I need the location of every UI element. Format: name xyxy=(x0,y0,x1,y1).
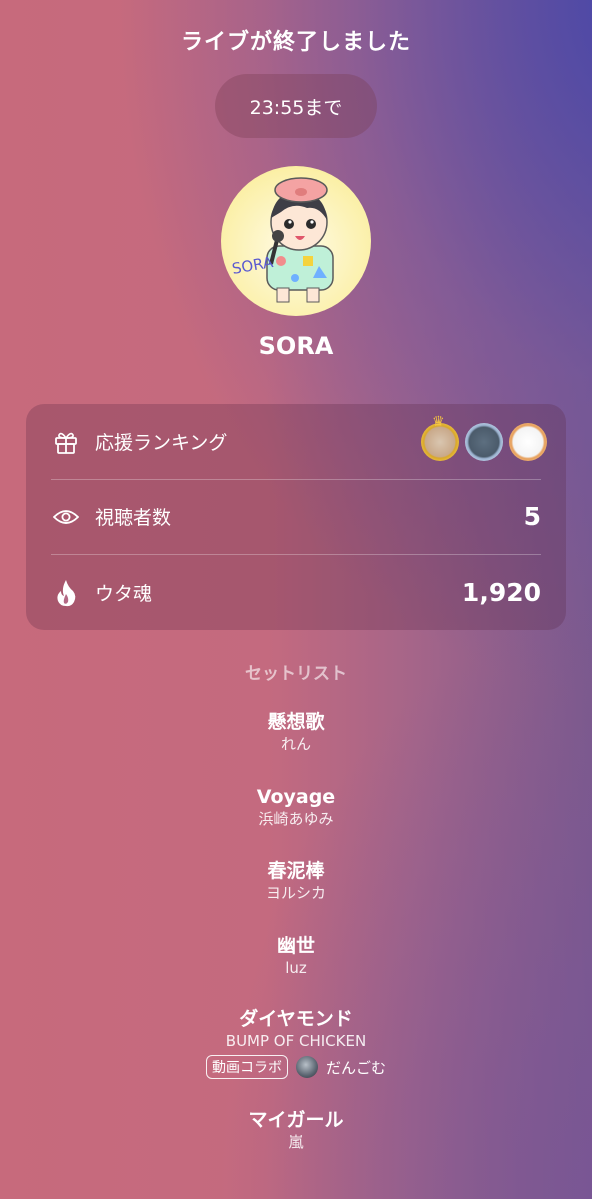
eye-icon xyxy=(51,502,81,532)
ranking-label: 応援ランキング xyxy=(95,432,228,454)
song-artist: 浜崎あゆみ xyxy=(258,810,334,828)
setlist-item: 幽世 luz xyxy=(0,934,592,978)
song-artist: luz xyxy=(285,959,307,977)
song-artist: 嵐 xyxy=(288,1133,304,1151)
song-artist: ヨルシカ xyxy=(265,884,326,902)
uta-value: 1,920 xyxy=(461,578,541,607)
username: SORA xyxy=(258,332,334,360)
uta-label: ウタ魂 xyxy=(95,583,153,605)
stats-card: 応援ランキング ♛ 視聴者数 5 ウタ魂 1,920 xyxy=(26,404,566,630)
setlist-title: セットリスト xyxy=(245,664,347,684)
setlist-item: マイガール 嵐 xyxy=(0,1108,592,1152)
uta-row: ウタ魂 1,920 xyxy=(51,555,541,630)
song-title: 幽世 xyxy=(276,935,315,957)
flame-icon xyxy=(51,578,81,608)
song-title: マイガール xyxy=(248,1109,344,1131)
song-artist: BUMP OF CHICKEN xyxy=(225,1032,367,1050)
collab-row[interactable]: 動画コラボ だんごむ xyxy=(0,1055,592,1079)
ranking-badges[interactable]: ♛ xyxy=(421,414,547,461)
collab-user-name[interactable]: だんごむ xyxy=(326,1057,386,1078)
viewers-label: 視聴者数 xyxy=(95,507,172,529)
setlist-item: 春泥棒 ヨルシカ xyxy=(0,859,592,903)
gift-icon xyxy=(51,427,81,457)
collab-user-avatar[interactable] xyxy=(295,1056,318,1078)
rank-3-avatar[interactable] xyxy=(509,422,547,461)
collab-tag: 動画コラボ xyxy=(205,1055,288,1079)
crown-icon: ♛ xyxy=(432,413,445,430)
song-title: 懸想歌 xyxy=(267,711,325,733)
song-artist: れん xyxy=(280,735,311,753)
song-title: 春泥棒 xyxy=(267,860,325,882)
setlist-item: Voyage 浜崎あゆみ xyxy=(0,785,592,829)
setlist-item: 懸想歌 れん xyxy=(0,710,592,754)
rank-1-avatar[interactable]: ♛ xyxy=(421,414,459,461)
page-title: ライブが終了しました xyxy=(180,30,411,55)
viewers-row: 視聴者数 5 xyxy=(51,479,541,555)
ranking-row[interactable]: 応援ランキング ♛ xyxy=(51,404,547,480)
countdown-pill: 23:55まで xyxy=(215,74,377,138)
avatar[interactable]: SORA xyxy=(221,166,371,316)
rank-2-avatar[interactable] xyxy=(465,422,503,461)
setlist-item: ダイヤモンド BUMP OF CHICKEN 動画コラボ だんごむ xyxy=(0,1007,592,1079)
viewers-value: 5 xyxy=(523,502,541,531)
song-title: Voyage xyxy=(256,786,336,808)
song-title: ダイヤモンド xyxy=(239,1008,353,1030)
avatar-illustration: SORA xyxy=(231,177,334,303)
